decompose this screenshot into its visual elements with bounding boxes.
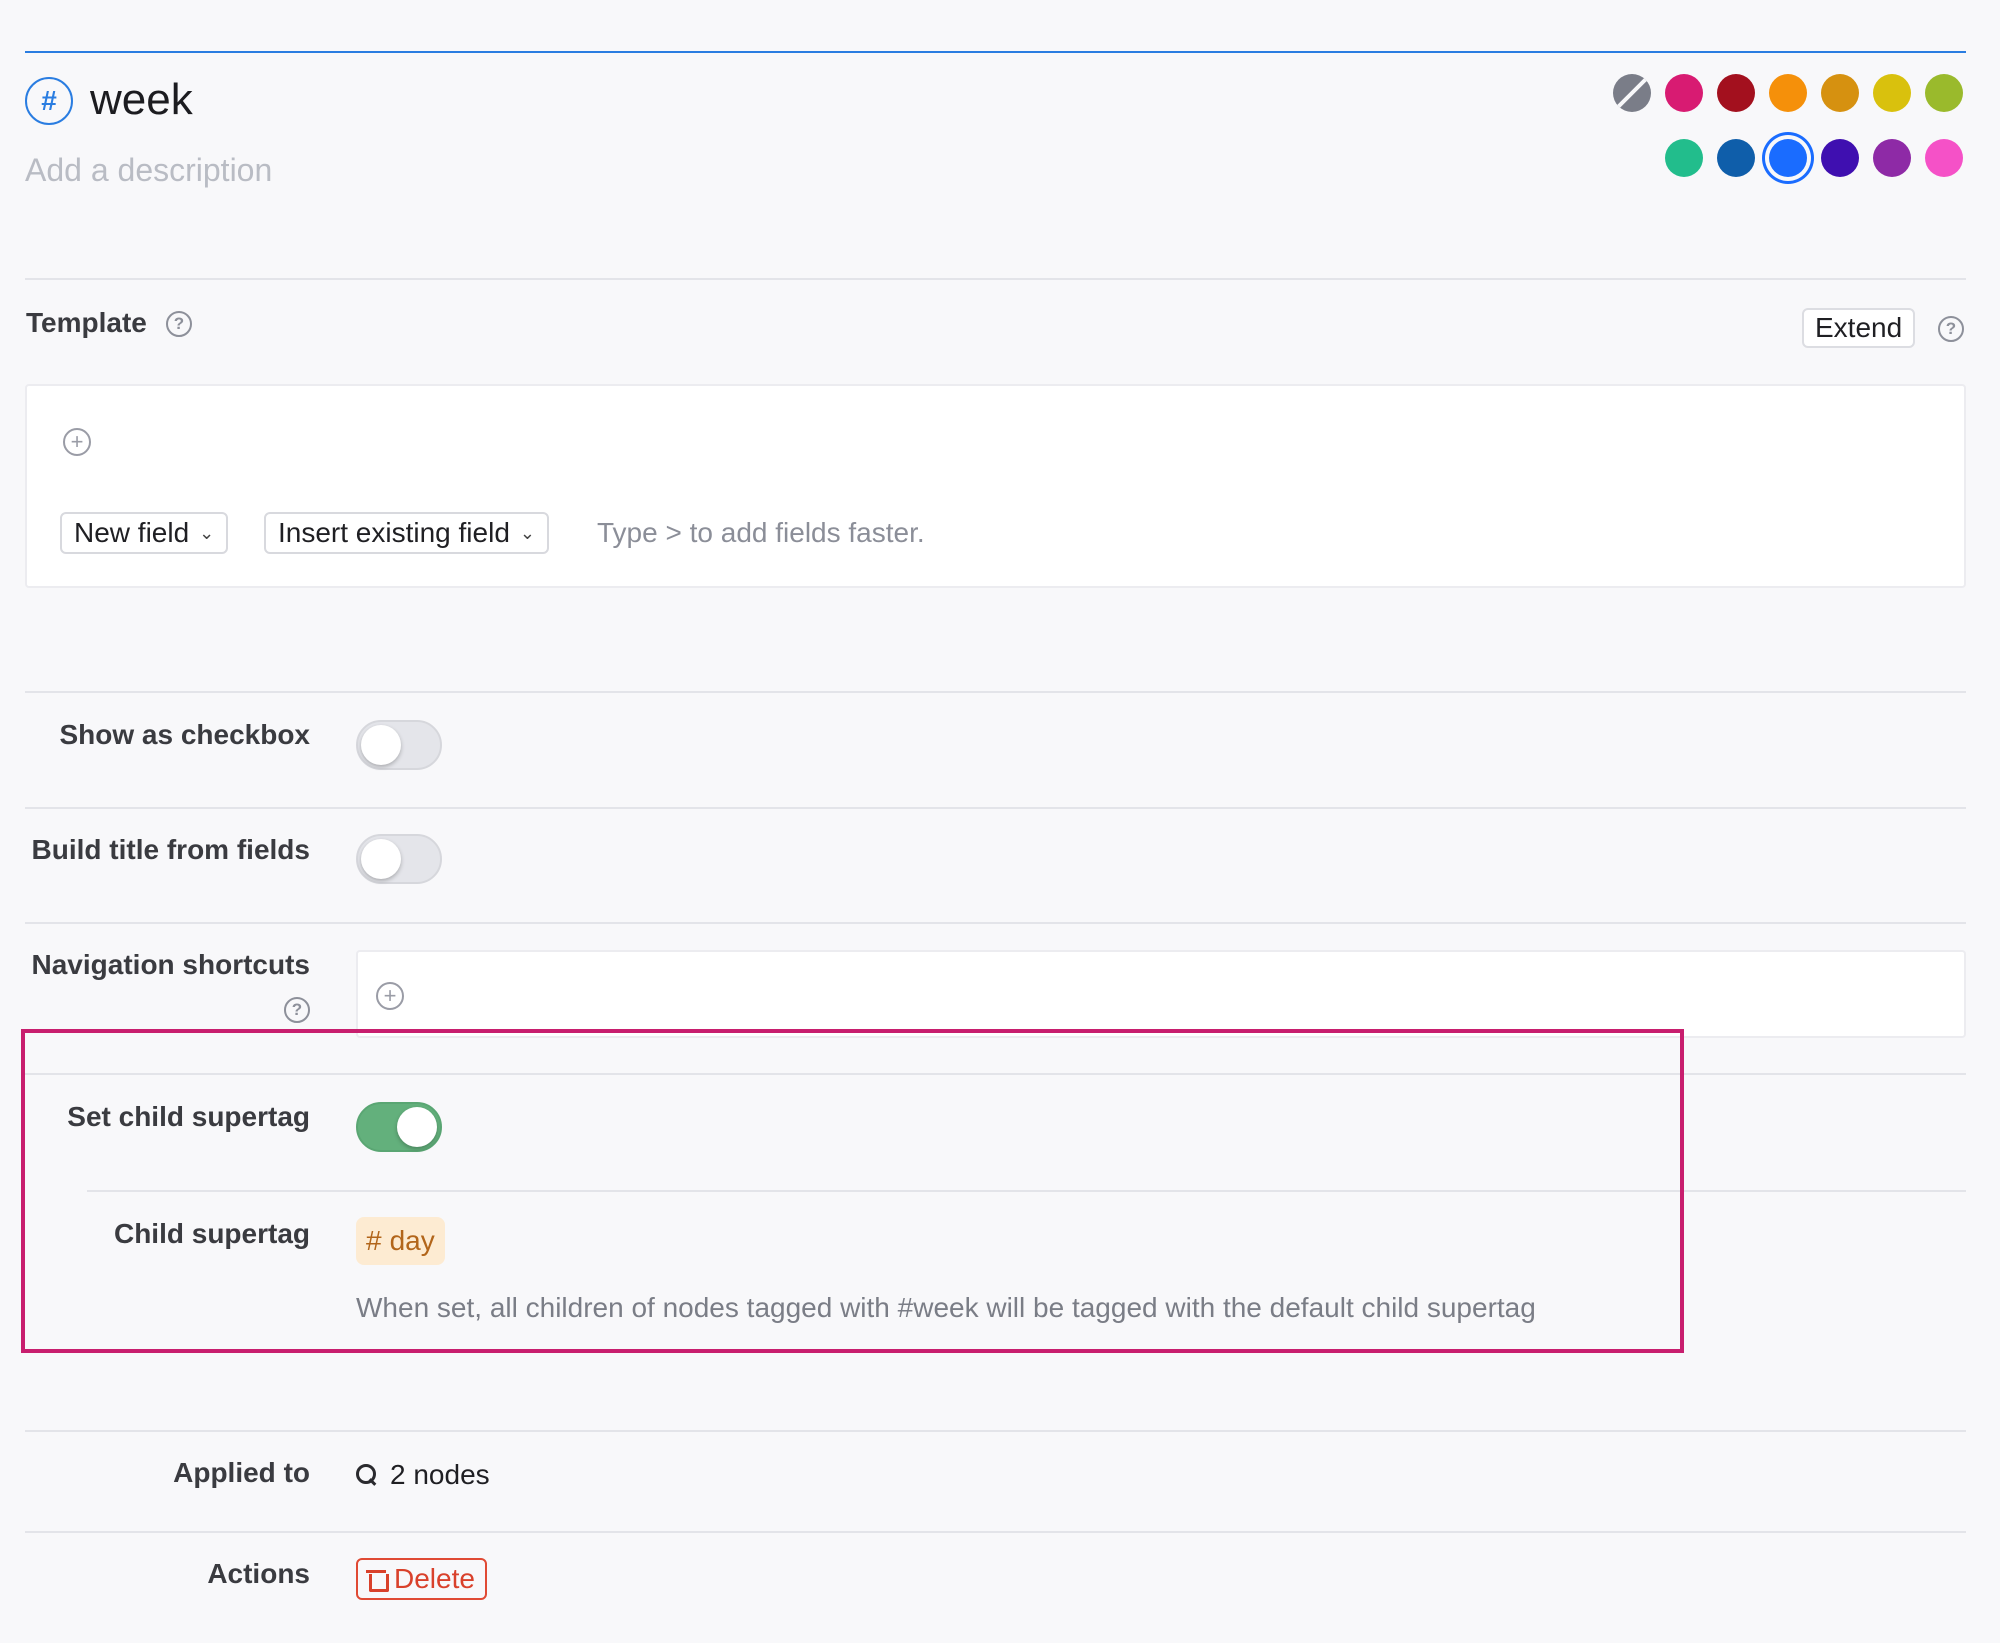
new-field-dropdown[interactable]: New field ⌄ (60, 512, 229, 554)
divider (25, 922, 1966, 924)
color-swatch-amber[interactable] (1821, 74, 1859, 112)
header-accent-rule (25, 51, 1966, 53)
divider (25, 1430, 1966, 1432)
color-swatch-dark-blue[interactable] (1717, 139, 1755, 177)
applied-to-value: 2 nodes (390, 1459, 490, 1490)
color-swatch-pink[interactable] (1665, 74, 1703, 112)
highlight-box (21, 1029, 1684, 1353)
trash-icon (366, 1569, 389, 1592)
toggle-knob (361, 839, 401, 879)
chevron-down-icon: ⌄ (519, 523, 535, 543)
color-swatch-purple[interactable] (1873, 139, 1911, 177)
divider (25, 278, 1966, 280)
navigation-shortcuts-label: Navigation shortcuts (31, 949, 310, 980)
supertag-hash-icon[interactable]: # (25, 77, 73, 125)
color-swatch-blue-selected[interactable] (1769, 139, 1807, 177)
template-hint: Type > to add fields faster. (597, 517, 925, 548)
add-template-item-icon[interactable]: + (63, 428, 91, 456)
insert-existing-field-dropdown[interactable]: Insert existing field ⌄ (264, 512, 549, 554)
search-icon (356, 1464, 378, 1486)
applied-to-link[interactable]: 2 nodes (356, 1456, 490, 1494)
template-label: Template (26, 307, 147, 338)
delete-label: Delete (394, 1563, 475, 1594)
show-as-checkbox-label: Show as checkbox (59, 719, 310, 750)
toggle-knob (361, 725, 401, 765)
show-as-checkbox-toggle[interactable] (356, 720, 442, 770)
color-swatch-orange[interactable] (1769, 74, 1807, 112)
actions-label: Actions (207, 1558, 310, 1589)
color-swatch-lime[interactable] (1925, 74, 1963, 112)
extend-help-icon[interactable]: ? (1938, 316, 1964, 342)
template-help-icon[interactable]: ? (166, 311, 192, 337)
insert-existing-field-label: Insert existing field (278, 517, 510, 548)
navigation-shortcuts-field[interactable]: + (356, 950, 1966, 1038)
delete-button[interactable]: Delete (356, 1558, 487, 1600)
color-swatch-indigo[interactable] (1821, 139, 1859, 177)
color-swatch-yellow[interactable] (1873, 74, 1911, 112)
applied-to-label: Applied to (173, 1457, 310, 1488)
description-input[interactable]: Add a description (25, 148, 272, 192)
build-title-label: Build title from fields (31, 834, 310, 865)
extend-button[interactable]: Extend (1802, 308, 1916, 348)
template-editor[interactable]: + New field ⌄ Insert existing field ⌄ Ty… (25, 384, 1966, 588)
divider (25, 1531, 1966, 1533)
navigation-shortcuts-help-icon[interactable]: ? (284, 997, 310, 1023)
divider (25, 691, 1966, 693)
build-title-toggle[interactable] (356, 834, 442, 884)
add-shortcut-icon[interactable]: + (376, 982, 404, 1010)
color-swatch-none[interactable] (1613, 74, 1651, 112)
divider (25, 807, 1966, 809)
new-field-label: New field (74, 517, 190, 548)
supertag-title[interactable]: week (90, 72, 193, 128)
color-swatch-red[interactable] (1717, 74, 1755, 112)
color-swatch-magenta[interactable] (1925, 139, 1963, 177)
chevron-down-icon: ⌄ (199, 523, 215, 543)
color-swatch-green[interactable] (1665, 139, 1703, 177)
